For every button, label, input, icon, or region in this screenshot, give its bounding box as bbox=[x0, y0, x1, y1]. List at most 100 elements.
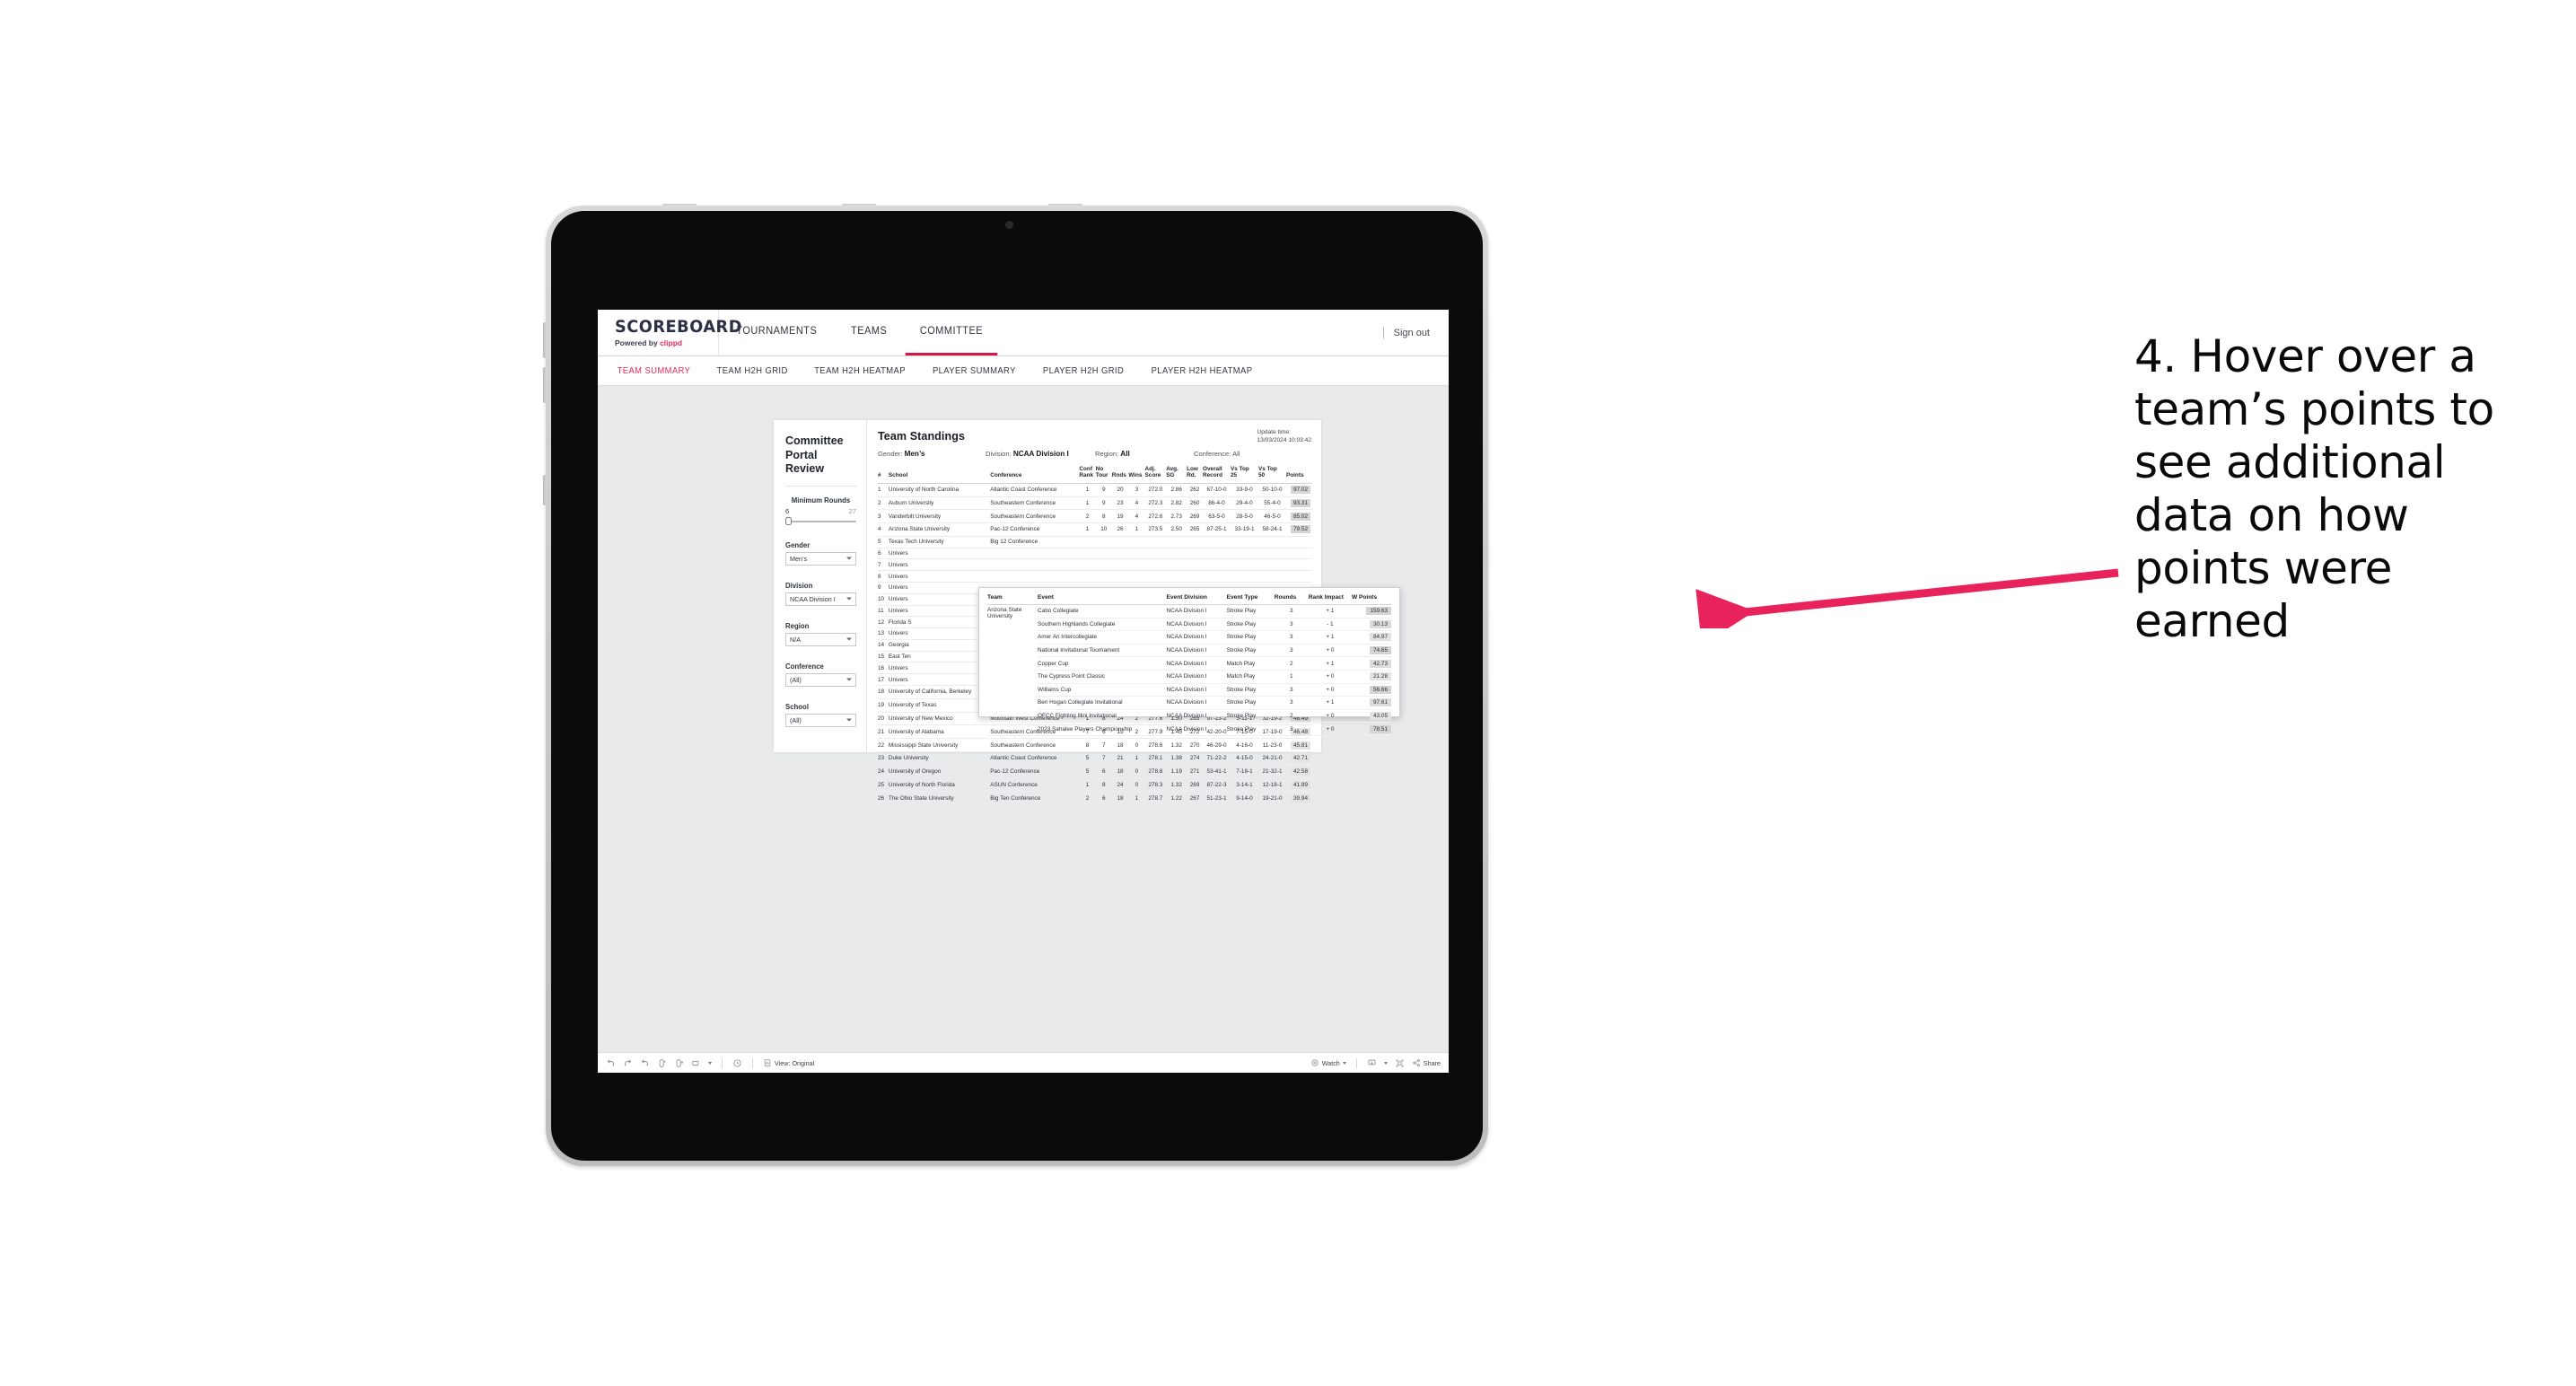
revert-icon[interactable] bbox=[640, 1058, 650, 1068]
table-row[interactable]: 24 University of Oregon Pac-12 Conference 5… bbox=[878, 765, 1312, 779]
cell-conference bbox=[990, 558, 1080, 572]
cell-points[interactable] bbox=[1285, 558, 1312, 572]
col-low-rd[interactable]: Low Rd. bbox=[1187, 466, 1203, 484]
table-row[interactable]: 26 The Ohio State University Big Ten Confe… bbox=[878, 791, 1312, 806]
table-row[interactable]: 5 Texas Tech University Big 12 Conference bbox=[878, 536, 1312, 548]
conference-select[interactable]: (All) bbox=[785, 672, 856, 687]
gender-select[interactable]: Men’s bbox=[785, 551, 856, 566]
cell-conference: Atlantic Coast Conference bbox=[990, 751, 1080, 766]
share-button[interactable]: Share bbox=[1412, 1058, 1441, 1067]
cell-points[interactable]: 42.71 bbox=[1285, 751, 1312, 766]
cell-rank: 5 bbox=[878, 536, 889, 548]
col-points[interactable]: Points bbox=[1285, 466, 1312, 484]
cell-points[interactable] bbox=[1285, 548, 1312, 560]
points-value[interactable]: 41.89 bbox=[1291, 780, 1310, 789]
table-row[interactable]: 4 Arizona State University Pac-12 Conferen… bbox=[878, 522, 1312, 537]
brand-logo[interactable]: SCOREBOARD Powered by clippd bbox=[598, 310, 741, 355]
cell-points[interactable] bbox=[1285, 536, 1312, 548]
cell-rank: 7 bbox=[878, 558, 889, 572]
col-conference[interactable]: Conference bbox=[990, 466, 1080, 484]
cell-points[interactable]: 39.94 bbox=[1285, 791, 1312, 806]
points-value[interactable]: 85.02 bbox=[1291, 512, 1310, 521]
top-antenna-line bbox=[662, 204, 697, 206]
volume-up-button[interactable] bbox=[543, 322, 547, 358]
conference-filter: Conference (All) bbox=[785, 662, 856, 687]
table-row[interactable]: 3 Vanderbilt University Southeastern Confe… bbox=[878, 509, 1312, 524]
slider-handle[interactable] bbox=[785, 516, 792, 525]
table-row[interactable]: 23 Duke University Atlantic Coast Conferen… bbox=[878, 751, 1312, 766]
table-row[interactable]: 8 Univers bbox=[878, 570, 1312, 583]
col-no-tour[interactable]: No Tour bbox=[1095, 466, 1112, 484]
table-row[interactable]: 1 University of North Carolina Atlantic Co… bbox=[878, 483, 1312, 497]
tooltip-cell-rank-impact: + 0 bbox=[1308, 644, 1352, 658]
points-value[interactable]: 42.71 bbox=[1291, 754, 1310, 763]
tab-team-summary[interactable]: TEAM SUMMARY bbox=[618, 366, 691, 376]
sign-out-link[interactable]: Sign out bbox=[1394, 328, 1430, 338]
points-value[interactable]: 93.31 bbox=[1291, 498, 1310, 507]
col-adj-score[interactable]: Adj. Score bbox=[1144, 466, 1167, 484]
redo-icon[interactable] bbox=[623, 1058, 633, 1068]
cell-points[interactable]: 79.52 bbox=[1285, 522, 1312, 537]
col-overall-record[interactable]: Overall Record bbox=[1202, 466, 1231, 484]
cell-points[interactable]: 42.58 bbox=[1285, 765, 1312, 779]
cell-points[interactable]: 85.02 bbox=[1285, 509, 1312, 524]
tab-team-h2h-grid[interactable]: TEAM H2H GRID bbox=[716, 366, 787, 376]
nav-tab-committee[interactable]: COMMITTEE bbox=[905, 310, 998, 355]
cell-rnds: 21 bbox=[1111, 751, 1129, 766]
cell-wins: 0 bbox=[1128, 777, 1145, 793]
cell-adj-score: 272.6 bbox=[1144, 509, 1167, 524]
share-label: Share bbox=[1423, 1058, 1441, 1067]
points-value[interactable]: 39.94 bbox=[1291, 794, 1310, 803]
cell-rnds: 23 bbox=[1111, 496, 1129, 511]
chevron-down-icon[interactable] bbox=[708, 1061, 712, 1065]
nav-tab-teams[interactable]: TEAMS bbox=[837, 310, 902, 355]
undo-icon[interactable] bbox=[606, 1058, 616, 1068]
col-rank[interactable]: # bbox=[878, 466, 889, 484]
division-select[interactable]: NCAA Division I bbox=[785, 592, 856, 606]
min-rounds-slider[interactable] bbox=[785, 516, 856, 525]
cell-low-rd: 269 bbox=[1187, 777, 1203, 793]
cell-points[interactable]: 45.81 bbox=[1285, 738, 1312, 752]
volume-down-button[interactable] bbox=[543, 367, 547, 403]
table-row[interactable]: 7 Univers bbox=[878, 558, 1312, 572]
region-select[interactable]: N/A bbox=[785, 632, 856, 646]
col-wins[interactable]: Wins bbox=[1128, 466, 1145, 484]
cell-points[interactable]: 41.89 bbox=[1285, 777, 1312, 793]
cell-points[interactable]: 93.31 bbox=[1285, 496, 1312, 511]
chevron-down-icon[interactable] bbox=[1383, 1061, 1388, 1065]
table-row[interactable]: 22 Mississippi State University Southeaste… bbox=[878, 738, 1312, 752]
col-avg-sg[interactable]: Avg. SG bbox=[1166, 466, 1187, 484]
points-value[interactable]: 97.02 bbox=[1291, 486, 1310, 495]
view-original-button[interactable]: View: Original bbox=[763, 1058, 814, 1067]
tab-player-summary[interactable]: PLAYER SUMMARY bbox=[933, 366, 1016, 376]
tab-team-h2h-heatmap[interactable]: TEAM H2H HEATMAP bbox=[814, 366, 906, 376]
col-conf-rank[interactable]: Conf Rank bbox=[1079, 466, 1096, 484]
chevron-down-icon bbox=[846, 637, 852, 641]
region-label: Region bbox=[785, 621, 810, 630]
col-vs-top-25[interactable]: Vs Top 25 bbox=[1230, 466, 1258, 484]
points-value[interactable]: 42.58 bbox=[1291, 768, 1310, 776]
school-select[interactable]: (All) bbox=[785, 713, 856, 727]
pause-auto-update-icon[interactable] bbox=[674, 1058, 684, 1068]
fullscreen-icon[interactable] bbox=[1395, 1058, 1405, 1068]
col-rnds[interactable]: Rnds bbox=[1111, 466, 1129, 484]
download-icon[interactable] bbox=[1367, 1058, 1377, 1068]
tab-player-h2h-grid[interactable]: PLAYER H2H GRID bbox=[1043, 366, 1124, 376]
tab-player-h2h-heatmap[interactable]: PLAYER H2H HEATMAP bbox=[1152, 366, 1253, 376]
table-row[interactable]: 6 Univers bbox=[878, 548, 1312, 560]
history-icon[interactable] bbox=[732, 1058, 742, 1068]
watch-button[interactable]: Watch bbox=[1310, 1058, 1346, 1067]
col-school[interactable]: School bbox=[888, 466, 991, 484]
col-vs-top-50[interactable]: Vs Top 50 bbox=[1257, 466, 1286, 484]
points-value[interactable]: 45.81 bbox=[1291, 741, 1310, 750]
side-button[interactable] bbox=[543, 475, 547, 505]
table-row[interactable]: 2 Auburn University Southeastern Conferenc… bbox=[878, 496, 1312, 511]
cell-points[interactable] bbox=[1285, 570, 1312, 583]
table-row[interactable]: 25 University of North Florida ASUN Confer… bbox=[878, 777, 1312, 793]
refresh-data-icon[interactable] bbox=[657, 1058, 667, 1068]
points-value[interactable]: 79.52 bbox=[1291, 525, 1310, 534]
cell-points[interactable]: 97.02 bbox=[1285, 483, 1312, 497]
cell-adj-score: 272.3 bbox=[1144, 496, 1167, 511]
nav-tab-tournaments[interactable]: TOURNAMENTS bbox=[722, 310, 831, 355]
device-layout-icon[interactable] bbox=[691, 1058, 701, 1068]
